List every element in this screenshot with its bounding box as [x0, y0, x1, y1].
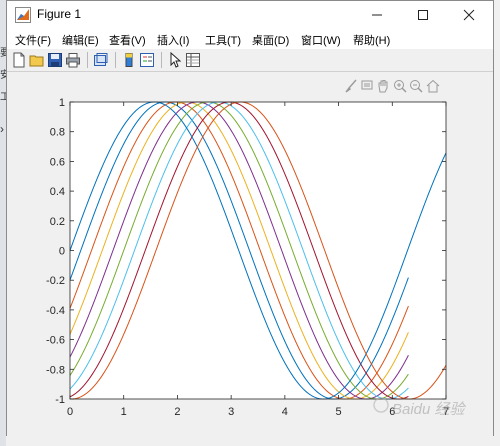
y-tick-label: -0.2 [46, 275, 65, 287]
y-tick-label: -1 [55, 394, 65, 406]
y-tick-label: 0 [59, 246, 65, 258]
x-tick-label: 0 [67, 406, 73, 418]
y-tick-label: -0.6 [46, 335, 65, 347]
x-tick-label: 4 [282, 406, 288, 418]
x-tick-label: 1 [121, 406, 127, 418]
y-tick-label: -0.4 [46, 305, 65, 317]
y-tick-label: -0.8 [46, 364, 65, 376]
y-tick-label: 1 [59, 97, 65, 109]
line-chart: 0 1 2 3 4 5 6 7-1-0.8-0.6-0.4-0.200.20.40.60.81… [46, 97, 467, 418]
y-tick-label: 0.8 [50, 127, 65, 139]
y-tick-label: 0.4 [50, 186, 65, 198]
axes-background [70, 102, 446, 399]
x-tick-label: 3 [228, 406, 234, 418]
watermark: Baidu 经验 [373, 397, 467, 418]
y-tick-label: 0.2 [50, 216, 65, 228]
x-tick-label: 2 [174, 406, 180, 418]
x-tick-label: 5 [336, 406, 342, 418]
y-tick-label: 0.6 [50, 156, 65, 168]
watermark-text: Baidu 经验 [392, 401, 467, 418]
